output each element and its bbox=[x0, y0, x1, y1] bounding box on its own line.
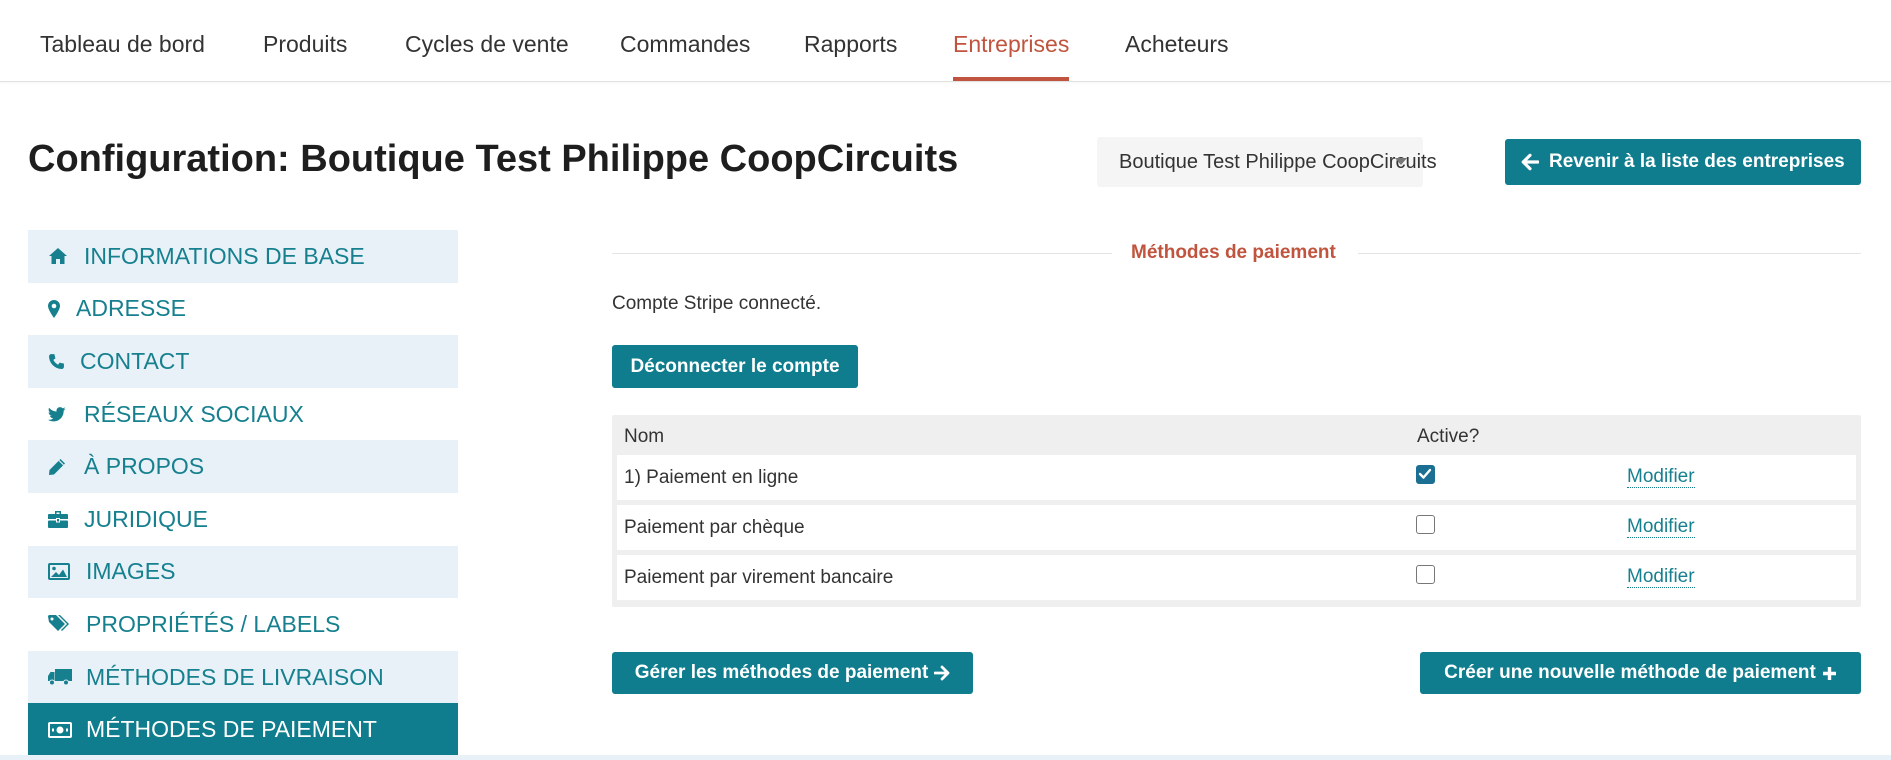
modify-link[interactable]: Modifier bbox=[1627, 567, 1695, 588]
table-row: 1) Paiement en ligne Modifier bbox=[617, 455, 1856, 500]
truck-icon bbox=[48, 668, 78, 686]
page-title: Configuration: Boutique Test Philippe Co… bbox=[28, 138, 959, 180]
payment-method-name: Paiement par chèque bbox=[624, 517, 805, 538]
sidebar-item-label: PROPRIÉTÉS / LABELS bbox=[86, 610, 341, 637]
sidebar-item-methodes-de-paiement[interactable]: MÉTHODES DE PAIEMENT bbox=[28, 703, 458, 756]
section-title: Méthodes de paiement bbox=[1131, 242, 1336, 263]
create-button-label: Créer une nouvelle méthode de paiement bbox=[1444, 662, 1816, 683]
table-row: Paiement par chèque Modifier bbox=[617, 505, 1856, 550]
arrow-right-icon bbox=[934, 665, 950, 681]
sidebar-item-images[interactable]: IMAGES bbox=[28, 545, 458, 599]
sidebar-item-label: CONTACT bbox=[80, 347, 190, 374]
sidebar-item-reseaux-sociaux[interactable]: RÉSEAUX SOCIAUX bbox=[28, 387, 458, 441]
active-checkbox[interactable] bbox=[1416, 515, 1435, 534]
column-header-name: Nom bbox=[624, 426, 665, 447]
sidebar-item-label: INFORMATIONS DE BASE bbox=[84, 242, 365, 269]
manage-payment-methods-button[interactable]: Gérer les méthodes de paiement bbox=[612, 652, 973, 694]
modify-link[interactable]: Modifier bbox=[1627, 517, 1695, 538]
create-payment-method-button[interactable]: Créer une nouvelle méthode de paiement bbox=[1420, 652, 1861, 694]
nav-tab-produits[interactable]: Produits bbox=[263, 0, 347, 81]
map-marker-icon bbox=[48, 299, 68, 318]
top-navigation: Tableau de bord Produits Cycles de vente… bbox=[0, 0, 1891, 82]
column-header-active: Active? bbox=[1417, 426, 1480, 447]
section-divider-right bbox=[1358, 253, 1861, 254]
image-icon bbox=[48, 563, 78, 581]
money-icon bbox=[48, 721, 78, 738]
table-row: Paiement par virement bancaire Modifier bbox=[617, 555, 1856, 600]
nav-tab-rapports[interactable]: Rapports bbox=[804, 0, 897, 81]
active-checkbox[interactable] bbox=[1416, 465, 1435, 484]
modify-link[interactable]: Modifier bbox=[1627, 467, 1695, 488]
nav-tab-tableau-de-bord[interactable]: Tableau de bord bbox=[40, 0, 205, 81]
sidebar-item-methodes-de-livraison[interactable]: MÉTHODES DE LIVRAISON bbox=[28, 650, 458, 704]
sidebar-item-a-propos[interactable]: À PROPOS bbox=[28, 440, 458, 493]
sidebar-item-label: JURIDIQUE bbox=[84, 505, 208, 532]
twitter-icon bbox=[48, 406, 76, 422]
sidebar-item-informations-de-base[interactable]: INFORMATIONS DE BASE bbox=[28, 230, 458, 283]
nav-tab-cycles-de-vente[interactable]: Cycles de vente bbox=[405, 0, 569, 81]
active-checkbox[interactable] bbox=[1416, 565, 1435, 584]
home-icon bbox=[48, 247, 76, 265]
disconnect-account-button[interactable]: Déconnecter le compte bbox=[612, 345, 858, 388]
sidebar-item-label: MÉTHODES DE LIVRAISON bbox=[86, 663, 384, 690]
sidebar-item-adresse[interactable]: ADRESSE bbox=[28, 282, 458, 336]
bottom-strip bbox=[0, 755, 1891, 760]
disconnect-button-label: Déconnecter le compte bbox=[630, 355, 840, 377]
phone-icon bbox=[48, 353, 72, 370]
pencil-icon bbox=[48, 458, 76, 476]
settings-sidebar: INFORMATIONS DE BASE ADRESSE CONTACT RÉS… bbox=[28, 230, 458, 756]
nav-tab-commandes[interactable]: Commandes bbox=[620, 0, 750, 81]
back-to-companies-button[interactable]: Revenir à la liste des entreprises bbox=[1505, 139, 1861, 185]
payment-method-name: Paiement par virement bancaire bbox=[624, 567, 894, 588]
back-button-label: Revenir à la liste des entreprises bbox=[1549, 151, 1845, 172]
nav-tab-acheteurs[interactable]: Acheteurs bbox=[1125, 0, 1229, 81]
arrow-left-icon bbox=[1521, 153, 1539, 171]
sidebar-item-contact[interactable]: CONTACT bbox=[28, 335, 458, 388]
chevron-down-icon bbox=[1395, 158, 1407, 165]
sidebar-item-proprietes-labels[interactable]: PROPRIÉTÉS / LABELS bbox=[28, 598, 458, 651]
sidebar-item-label: RÉSEAUX SOCIAUX bbox=[84, 400, 304, 427]
section-divider-left bbox=[612, 253, 1112, 254]
sidebar-item-label: MÉTHODES DE PAIEMENT bbox=[86, 716, 377, 743]
company-select-value: Boutique Test Philippe CoopCircuits bbox=[1119, 151, 1437, 173]
payment-method-name: 1) Paiement en ligne bbox=[624, 467, 799, 488]
stripe-status-text: Compte Stripe connecté. bbox=[612, 293, 822, 314]
tags-icon bbox=[48, 615, 78, 633]
company-select[interactable]: Boutique Test Philippe CoopCircuits bbox=[1097, 137, 1437, 187]
sidebar-item-juridique[interactable]: JURIDIQUE bbox=[28, 492, 458, 546]
sidebar-item-label: IMAGES bbox=[86, 558, 176, 585]
sidebar-item-label: À PROPOS bbox=[84, 453, 205, 480]
plus-icon bbox=[1822, 666, 1836, 680]
nav-tab-entreprises[interactable]: Entreprises bbox=[953, 0, 1070, 81]
payment-methods-table: Nom Active? 1) Paiement en ligne Modifie… bbox=[612, 415, 1861, 607]
check-icon bbox=[1418, 468, 1432, 479]
sidebar-item-label: ADRESSE bbox=[76, 295, 186, 322]
briefcase-icon bbox=[48, 510, 76, 528]
manage-button-label: Gérer les méthodes de paiement bbox=[634, 662, 929, 683]
